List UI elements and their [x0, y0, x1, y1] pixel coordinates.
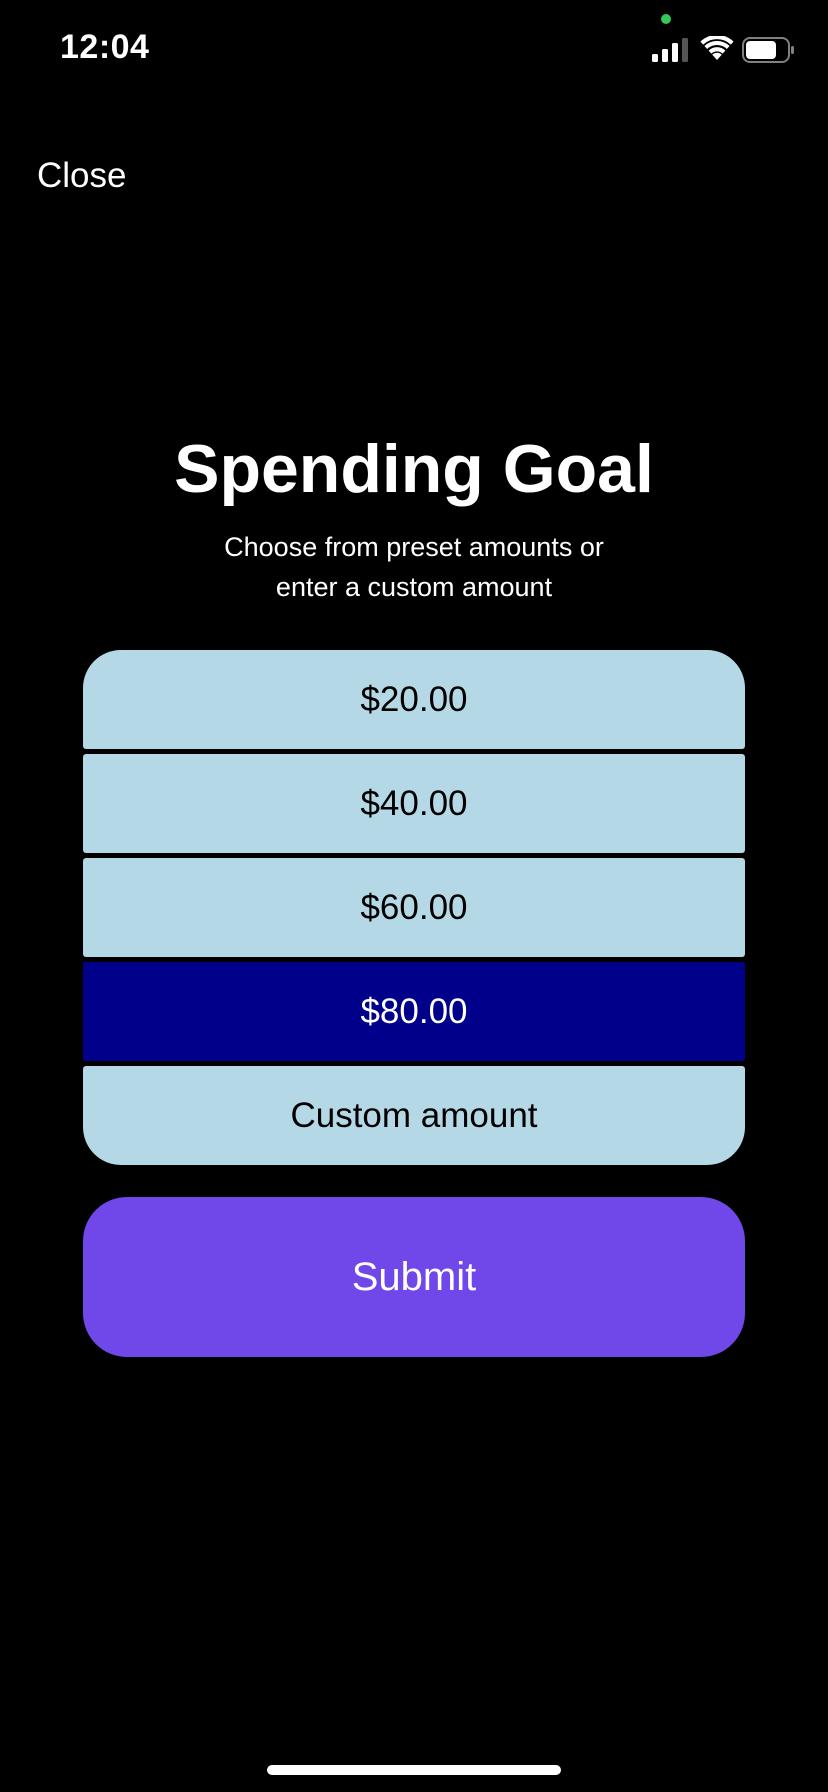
page-title: Spending Goal	[174, 431, 654, 507]
battery-icon	[742, 37, 794, 63]
amount-options-list: $20.00 $40.00 $60.00 $80.00 Custom amoun…	[83, 650, 745, 1165]
subtitle-line-2: enter a custom amount	[275, 572, 553, 602]
home-indicator[interactable]	[267, 1765, 561, 1775]
subtitle-line-1: Choose from preset amounts or	[224, 532, 604, 562]
wifi-icon	[700, 36, 734, 60]
amount-option-label: Custom amount	[290, 1095, 538, 1135]
custom-amount-option[interactable]: Custom amount	[83, 1066, 745, 1165]
status-bar: 12:04	[0, 0, 828, 100]
status-time: 12:04	[60, 28, 150, 66]
amount-option-label: $80.00	[360, 991, 468, 1031]
amount-option-40[interactable]: $40.00	[83, 754, 745, 853]
amount-option-label: $60.00	[360, 887, 468, 927]
close-button[interactable]: Close	[37, 156, 126, 196]
amount-option-20[interactable]: $20.00	[83, 650, 745, 749]
privacy-indicator-dot	[661, 14, 671, 24]
amount-option-60[interactable]: $60.00	[83, 858, 745, 957]
page-subtitle: Choose from preset amounts or enter a cu…	[164, 527, 664, 607]
submit-button[interactable]: Submit	[83, 1197, 745, 1357]
amount-option-label: $40.00	[360, 783, 468, 823]
cellular-signal-icon	[652, 38, 688, 62]
amount-option-80[interactable]: $80.00	[83, 962, 745, 1061]
amount-option-label: $20.00	[360, 679, 468, 719]
